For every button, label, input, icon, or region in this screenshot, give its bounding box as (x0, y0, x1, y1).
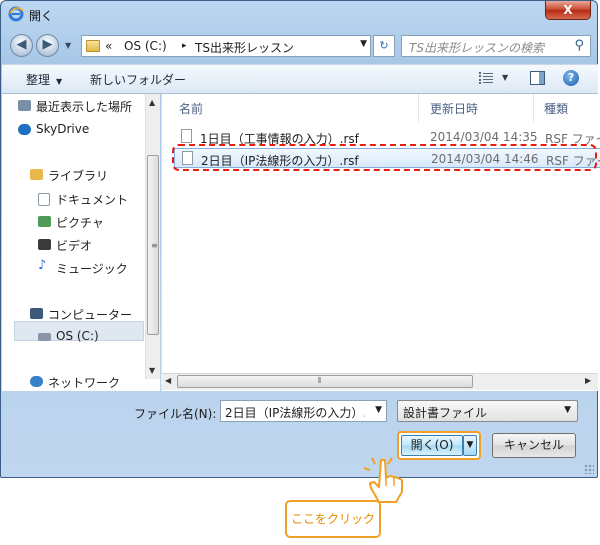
recent-pages-dropdown-icon[interactable]: ▼ (65, 41, 71, 50)
nav-item-network[interactable]: ネットワーク (30, 374, 121, 391)
nav-item-documents[interactable]: ドキュメント (38, 191, 129, 208)
nav-label: ミュージック (56, 262, 128, 276)
forward-arrow-icon: ▶ (42, 37, 53, 52)
new-folder-button[interactable]: 新しいフォルダー (90, 71, 186, 88)
close-icon: X (563, 3, 573, 17)
search-icon: ⚲ (574, 38, 584, 53)
file-list-horizontal-scrollbar[interactable]: ◀ ⦀ ▶ (161, 373, 598, 390)
nav-item-recent[interactable]: 最近表示した場所 (18, 98, 133, 115)
preview-pane-icon[interactable] (530, 71, 545, 85)
cancel-button[interactable]: キャンセル (492, 433, 576, 458)
address-dropdown-icon[interactable]: ▼ (360, 39, 367, 49)
nav-label: ピクチャ (56, 216, 104, 230)
column-divider[interactable] (533, 94, 534, 122)
recent-places-icon (18, 100, 31, 111)
nav-label: ネットワーク (48, 376, 121, 390)
chevron-down-icon: ▼ (56, 77, 63, 86)
grip-icon: ≡ (151, 241, 158, 250)
grip-icon: ⦀ (318, 376, 322, 385)
scroll-left-icon[interactable]: ◀ (165, 376, 171, 385)
cloud-icon (18, 124, 31, 135)
click-here-callout: ここをクリック (285, 500, 381, 538)
nav-label: コンピューター (48, 308, 133, 322)
nav-item-computer[interactable]: コンピューター (30, 306, 133, 323)
navigation-pane[interactable]: 最近表示した場所 SkyDrive ライブラリ ドキュメント ピクチャ ビデオ … (2, 94, 160, 391)
title-bar: 開く X (1, 1, 597, 29)
scroll-down-icon[interactable]: ▼ (149, 366, 155, 375)
nav-label: ライブラリ (48, 169, 109, 183)
computer-icon (30, 308, 43, 319)
filename-value: 2日目（IP法線形の入力）.rsf (225, 406, 365, 420)
address-bar[interactable]: « OS (C:) ▸ TS出来形レッスン ▼ (81, 35, 371, 57)
nav-item-pictures[interactable]: ピクチャ (38, 214, 104, 231)
nav-label: OS (C:) (56, 329, 99, 343)
video-icon (38, 239, 51, 250)
picture-icon (38, 216, 51, 227)
file-date: 2014/03/04 14:35 (430, 130, 538, 144)
search-input[interactable]: TS出来形レッスンの検索 ⚲ (401, 35, 591, 57)
search-placeholder: TS出来形レッスンの検索 (409, 41, 544, 55)
document-icon (38, 193, 50, 206)
nav-label: ビデオ (56, 239, 93, 253)
nav-item-music[interactable]: ♪ ミュージック (38, 258, 128, 277)
view-dropdown-icon[interactable]: ▼ (502, 73, 508, 82)
address-drive[interactable]: OS (C:) (124, 39, 167, 53)
drive-icon (38, 333, 51, 341)
filename-input[interactable]: 2日目（IP法線形の入力）.rsf ▼ (220, 400, 387, 422)
close-button[interactable]: X (545, 1, 591, 20)
help-icon[interactable]: ? (563, 70, 579, 86)
column-header-type[interactable]: 種類 (544, 100, 568, 117)
refresh-button[interactable]: ↻ (373, 35, 395, 57)
column-header-date[interactable]: 更新日時 (430, 100, 478, 117)
nav-label: ドキュメント (56, 193, 129, 207)
address-separator-icon[interactable]: ▸ (182, 41, 187, 51)
address-overflow[interactable]: « (105, 39, 112, 53)
address-row: ◀ ▶ ▼ « OS (C:) ▸ TS出来形レッスン ▼ ↻ TS出来形レッス… (9, 32, 591, 58)
view-lines-icon (483, 73, 493, 83)
nav-label: 最近表示した場所 (36, 100, 133, 114)
selection-highlight-annotation (172, 144, 597, 171)
nav-item-library[interactable]: ライブラリ (30, 167, 109, 184)
filetype-select[interactable]: 設計書ファイル ▼ (397, 400, 578, 422)
internet-explorer-icon (8, 6, 24, 22)
folder-icon (86, 40, 100, 52)
music-icon: ♪ (38, 258, 47, 273)
nav-label: SkyDrive (36, 122, 90, 136)
resize-grip-icon[interactable] (584, 464, 594, 474)
column-header-name[interactable]: 名前 (179, 100, 203, 117)
filename-dropdown-icon[interactable]: ▼ (375, 405, 382, 415)
scrollbar-thumb[interactable]: ≡ (147, 155, 159, 335)
column-divider[interactable] (418, 94, 419, 122)
filename-label: ファイル名(N): (134, 407, 217, 421)
scroll-up-icon[interactable]: ▲ (149, 98, 155, 107)
nav-scrollbar[interactable]: ▲ ≡ ▼ (145, 94, 160, 379)
organize-label: 整理 (26, 73, 51, 87)
file-list-pane[interactable]: 名前 更新日時 種類 1日目（工事情報の入力）.rsf 2014/03/04 1… (161, 94, 600, 391)
filetype-value: 設計書ファイル (403, 406, 488, 420)
command-bar: 整理 ▼ 新しいフォルダー ▼ ? (2, 64, 598, 94)
scroll-right-icon[interactable]: ▶ (585, 376, 591, 385)
address-folder[interactable]: TS出来形レッスン (195, 39, 294, 56)
library-icon (30, 169, 43, 180)
organize-button[interactable]: 整理 ▼ (26, 71, 62, 88)
nav-item-os-drive[interactable]: OS (C:) (38, 329, 99, 343)
scrollbar-thumb[interactable]: ⦀ (177, 375, 473, 388)
back-arrow-icon: ◀ (16, 37, 27, 52)
dialog-title: 開く (29, 9, 54, 23)
file-icon (181, 129, 192, 143)
back-button[interactable]: ◀ (10, 34, 33, 57)
nav-item-videos[interactable]: ビデオ (38, 237, 93, 254)
nav-item-skydrive[interactable]: SkyDrive (18, 122, 90, 136)
pointing-hand-icon (363, 457, 403, 503)
forward-button[interactable]: ▶ (36, 34, 59, 57)
open-split-dropdown-icon[interactable]: ▼ (463, 435, 477, 456)
open-button[interactable]: 開く(O) (401, 435, 463, 456)
refresh-icon: ↻ (379, 39, 389, 52)
open-file-dialog: 開く X ◀ ▶ ▼ « OS (C:) ▸ TS出来形レッスン ▼ ↻ TS出… (0, 0, 600, 478)
network-icon (30, 376, 43, 387)
chevron-down-icon: ▼ (564, 405, 571, 415)
